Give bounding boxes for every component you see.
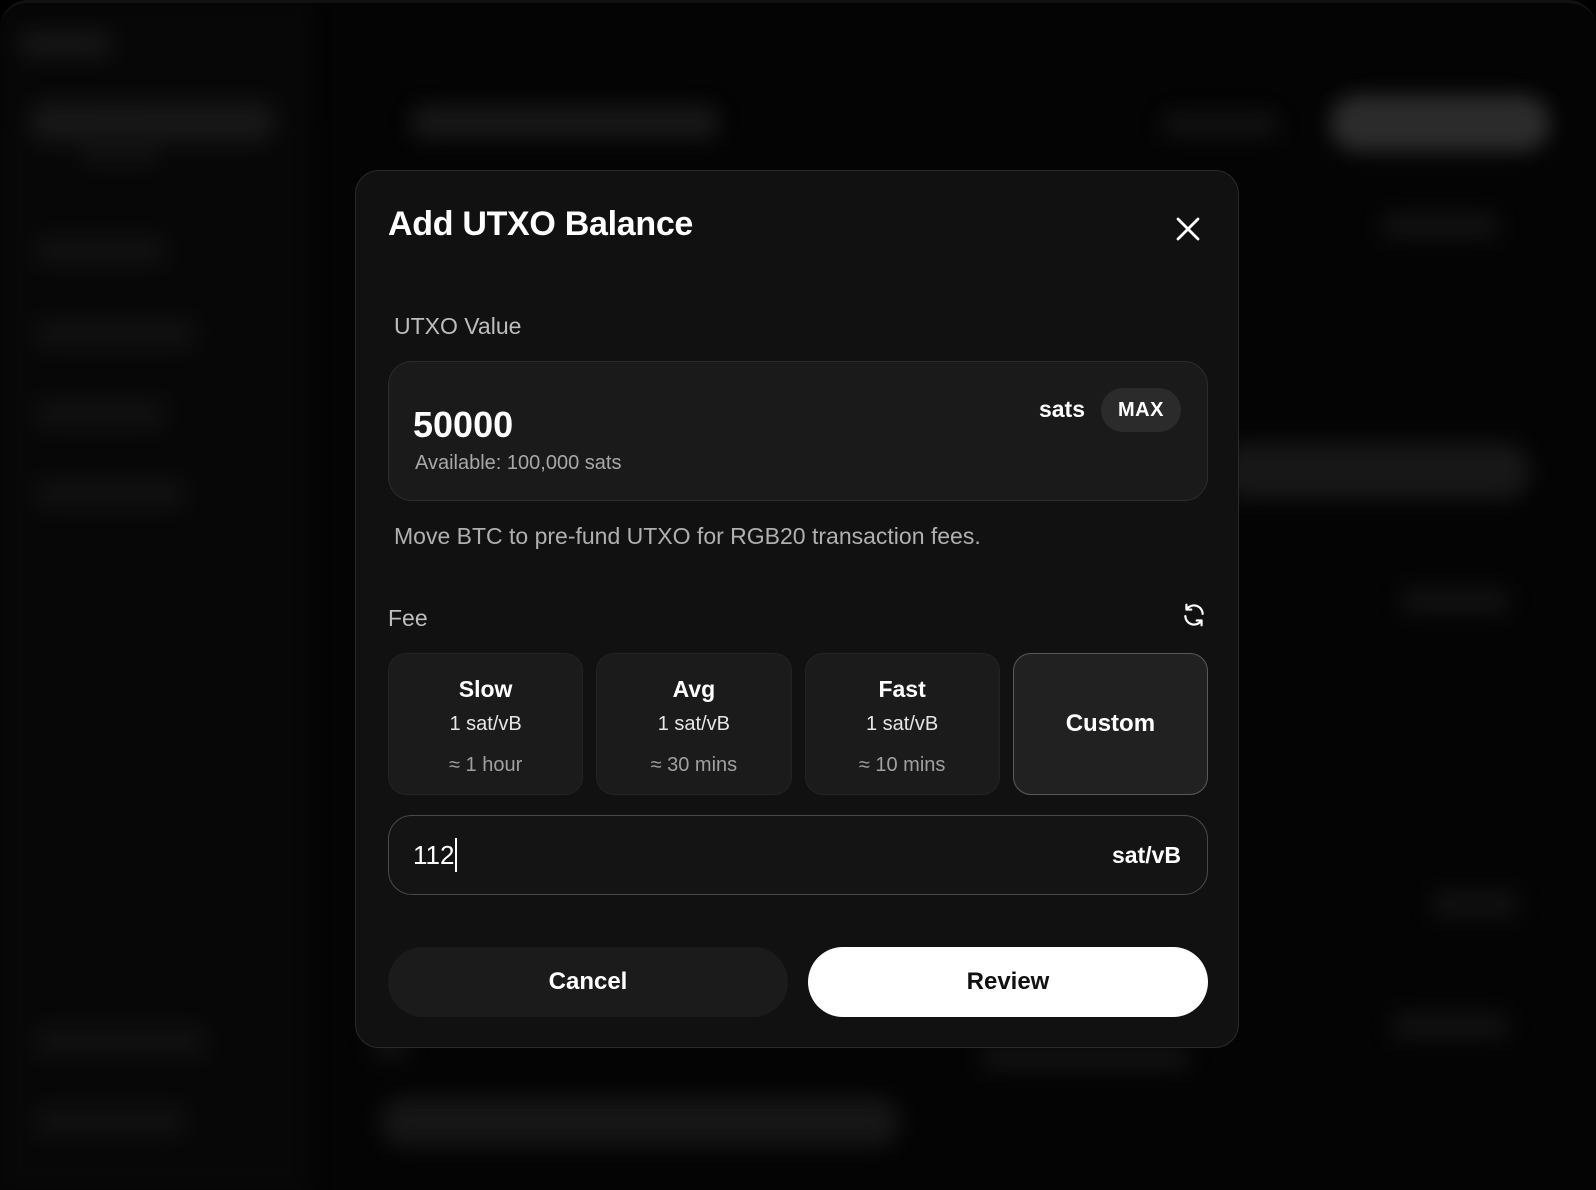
fee-option-name: Custom [1065,710,1156,737]
custom-fee-input[interactable] [413,834,973,876]
fee-label: Fee [388,605,428,631]
dialog-title: Add UTXO Balance [388,205,694,243]
utxo-value-label: UTXO Value [394,313,522,339]
cancel-button[interactable]: Cancel [388,947,788,1017]
utxo-unit-label: sats [1038,396,1085,422]
fee-option-eta: ≈ 10 mins [858,754,946,776]
utxo-value-input[interactable] [413,402,973,448]
custom-fee-field: sat/vB [388,815,1208,895]
fee-option-name: Slow [458,676,513,702]
close-button[interactable] [1168,209,1208,249]
fee-option-avg[interactable]: Avg 1 sat/vB ≈ 30 mins [596,653,792,795]
add-utxo-balance-dialog: Add UTXO Balance UTXO Value Available: 1… [355,170,1239,1048]
utxo-hint-text: Move BTC to pre-fund UTXO for RGB20 tran… [394,523,981,549]
custom-fee-unit: sat/vB [1111,842,1181,868]
close-icon [1176,217,1200,241]
fee-option-eta: ≈ 30 mins [650,754,738,776]
fee-option-rate: 1 sat/vB [449,713,522,735]
fee-option-fast[interactable]: Fast 1 sat/vB ≈ 10 mins [804,653,1000,795]
refresh-fees-button[interactable] [1178,599,1210,631]
available-balance: Available: 100,000 sats [415,452,622,474]
fee-option-name: Avg [672,676,716,702]
review-button[interactable]: Review [808,947,1208,1017]
fee-option-eta: ≈ 1 hour [449,754,523,776]
fee-option-rate: 1 sat/vB [865,713,939,735]
fee-option-custom[interactable]: Custom [1012,653,1208,795]
fee-options: Slow 1 sat/vB ≈ 1 hour Avg 1 sat/vB ≈ 30… [388,653,1208,795]
max-button[interactable]: MAX [1101,388,1181,432]
utxo-value-field: Available: 100,000 sats sats MAX [388,361,1208,501]
fee-option-slow[interactable]: Slow 1 sat/vB ≈ 1 hour [388,653,584,795]
text-caret [455,838,457,872]
fee-option-name: Fast [878,676,926,702]
refresh-icon [1184,603,1204,627]
fee-option-rate: 1 sat/vB [657,713,730,735]
